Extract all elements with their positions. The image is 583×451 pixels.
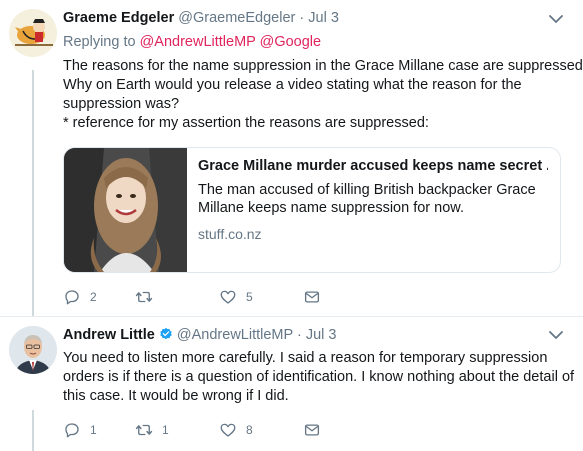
direct-message-button[interactable] [303, 420, 321, 440]
thread-line [32, 410, 34, 451]
like-count: 5 [246, 290, 253, 304]
mention-link[interactable]: @Google [260, 34, 321, 50]
direct-message-icon [304, 291, 320, 303]
retweet-icon [135, 291, 153, 303]
replying-to: Replying to @AndrewLittleMP @Google [63, 34, 321, 50]
tweet-actions: 2 5 [63, 287, 363, 307]
tweet-text-line: orders is if there is a question of iden… [63, 369, 575, 385]
retweet-button[interactable] [135, 287, 162, 307]
verified-badge-icon [160, 327, 172, 340]
card-description: The man accused of killing British backp… [198, 181, 548, 217]
card-description-line: Millane keeps name suppression for now. [198, 200, 464, 216]
thread-line [32, 70, 34, 316]
user-handle[interactable]: @AndrewLittleMP [177, 327, 293, 343]
card-domain: stuff.co.nz [198, 226, 262, 242]
tweet-date[interactable]: Jul 3 [306, 327, 337, 343]
direct-message-button[interactable] [303, 287, 321, 307]
like-count: 8 [246, 423, 253, 437]
tweet-text-line: You need to listen more carefully. I sai… [63, 350, 548, 366]
display-name[interactable]: Graeme Edgeler [63, 10, 174, 26]
card-description-line: The man accused of killing British backp… [198, 182, 536, 198]
tweet-andrew-little[interactable]: Andrew Little @AndrewLittleMP · Jul 3 Yo… [0, 316, 583, 451]
chevron-down-icon[interactable] [549, 14, 563, 24]
reply-icon [65, 423, 79, 438]
retweet-button[interactable]: 1 [135, 420, 169, 440]
tweet-text-line: Why on Earth would you release a video s… [63, 77, 522, 93]
tweet-text: You need to listen more carefully. I sai… [63, 349, 575, 406]
reply-count: 1 [90, 423, 97, 437]
mention-link[interactable]: @AndrewLittleMP [140, 34, 256, 50]
tweet-text-line: suppression was? [63, 96, 180, 112]
retweet-count: 1 [162, 423, 169, 437]
reply-icon [65, 290, 79, 305]
tweet-text-line: * reference for my assertion the reasons… [63, 115, 429, 131]
replying-to-label: Replying to [63, 34, 136, 50]
like-icon [220, 290, 236, 304]
retweet-icon [135, 424, 153, 436]
link-card[interactable]: Grace Millane murder accused keeps name … [63, 147, 561, 273]
tweet-date[interactable]: Jul 3 [308, 10, 339, 26]
card-thumbnail [64, 148, 187, 272]
tweet-text-line: this case. It would be wrong if I did. [63, 388, 289, 404]
card-title: Grace Millane murder accused keeps name … [198, 158, 548, 174]
tweet-graeme-edgeler[interactable]: Graeme Edgeler @GraemeEdgeler · Jul 3 Re… [0, 0, 583, 316]
chevron-down-icon[interactable] [549, 330, 563, 340]
like-button[interactable]: 8 [219, 420, 253, 440]
separator-dot: · [296, 327, 302, 343]
user-handle[interactable]: @GraemeEdgeler [178, 10, 295, 26]
tweet-text: The reasons for the name suppression in … [63, 57, 583, 133]
reply-button[interactable]: 2 [63, 287, 97, 307]
avatar[interactable] [9, 326, 57, 374]
tweet-header: Graeme Edgeler @GraemeEdgeler · Jul 3 [63, 10, 339, 28]
avatar[interactable] [9, 9, 57, 57]
direct-message-icon [304, 424, 320, 436]
separator-dot: · [299, 10, 305, 26]
reply-count: 2 [90, 290, 97, 304]
display-name[interactable]: Andrew Little [63, 327, 155, 343]
reply-button[interactable]: 1 [63, 420, 97, 440]
like-button[interactable]: 5 [219, 287, 253, 307]
tweet-actions: 1 1 8 [63, 420, 363, 440]
tweet-text-line: The reasons for the name suppression in … [63, 58, 583, 74]
like-icon [220, 423, 236, 437]
tweet-header: Andrew Little @AndrewLittleMP · Jul 3 [63, 327, 336, 345]
